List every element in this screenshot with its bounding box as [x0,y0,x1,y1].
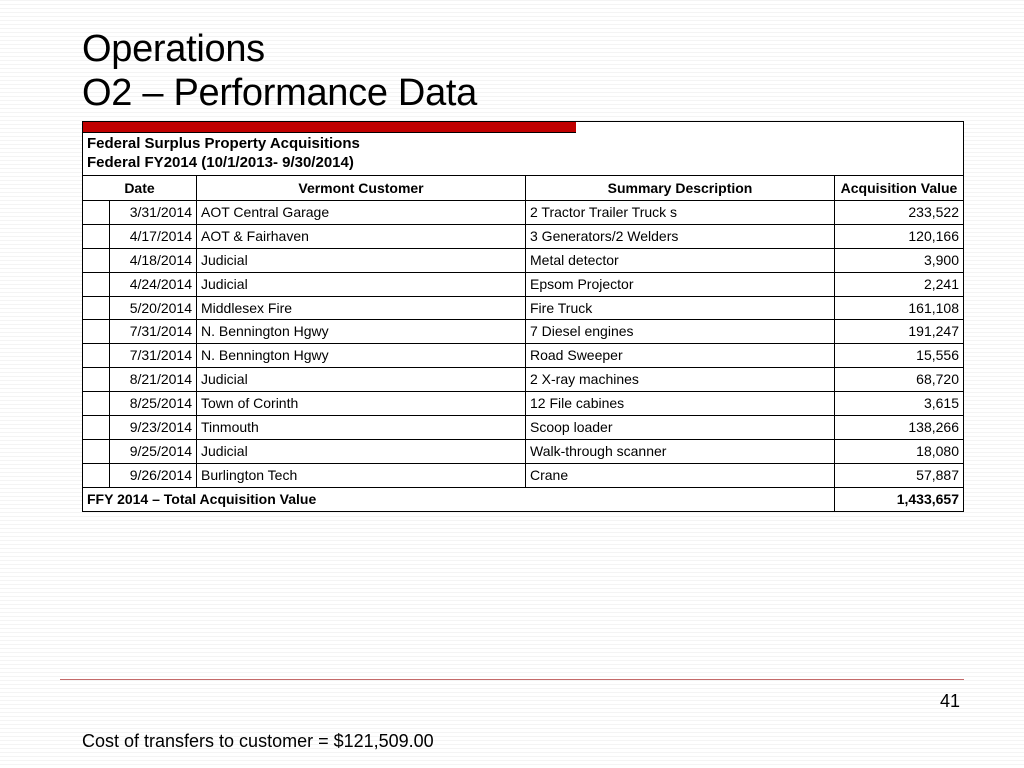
row-date: 4/24/2014 [110,272,197,296]
table-row: 4/17/2014AOT & Fairhaven3 Generators/2 W… [83,224,963,248]
footnote: Cost of transfers to customer = $121,509… [82,731,434,752]
row-value: 15,556 [835,344,964,368]
col-header-value: Acquisition Value [835,175,964,200]
table-row: 8/25/2014Town of Corinth12 File cabines3… [83,392,963,416]
table-row: 9/26/2014Burlington TechCrane57,887 [83,463,963,487]
row-description: Road Sweeper [526,344,835,368]
row-customer: Judicial [197,439,526,463]
row-description: 2 Tractor Trailer Truck s [526,200,835,224]
row-value: 120,166 [835,224,964,248]
row-date: 5/20/2014 [110,296,197,320]
table-row: 8/21/2014Judicial2 X-ray machines68,720 [83,368,963,392]
row-date: 9/26/2014 [110,463,197,487]
row-description: Walk-through scanner [526,439,835,463]
row-pad [83,320,110,344]
acquisitions-table: Date Vermont Customer Summary Descriptio… [83,175,963,511]
row-date: 4/17/2014 [110,224,197,248]
row-customer: Burlington Tech [197,463,526,487]
row-date: 9/25/2014 [110,439,197,463]
footer-divider [60,679,964,680]
row-description: Crane [526,463,835,487]
row-description: 7 Diesel engines [526,320,835,344]
title-line-1: Operations [82,28,265,70]
row-value: 3,900 [835,248,964,272]
row-description: 12 File cabines [526,392,835,416]
col-header-description: Summary Description [526,175,835,200]
row-value: 138,266 [835,415,964,439]
row-date: 8/25/2014 [110,392,197,416]
acquisitions-table-wrap: Federal Surplus Property Acquisitions Fe… [82,121,964,511]
col-header-customer: Vermont Customer [197,175,526,200]
row-pad [83,463,110,487]
row-value: 18,080 [835,439,964,463]
page-number: 41 [940,691,960,712]
row-description: Metal detector [526,248,835,272]
row-pad [83,344,110,368]
title-line-2: O2 – Performance Data [82,72,477,114]
row-date: 7/31/2014 [110,320,197,344]
row-pad [83,224,110,248]
row-value: 191,247 [835,320,964,344]
row-customer: Judicial [197,248,526,272]
slide-title: Operations O2 – Performance Data [82,28,964,115]
total-row: FFY 2014 – Total Acquisition Value 1,433… [83,487,963,510]
row-value: 233,522 [835,200,964,224]
row-value: 2,241 [835,272,964,296]
row-customer: AOT Central Garage [197,200,526,224]
row-description: Epsom Projector [526,272,835,296]
row-customer: AOT & Fairhaven [197,224,526,248]
row-pad [83,200,110,224]
row-value: 161,108 [835,296,964,320]
table-row: 4/18/2014JudicialMetal detector3,900 [83,248,963,272]
row-customer: Tinmouth [197,415,526,439]
table-row: 5/20/2014Middlesex FireFire Truck161,108 [83,296,963,320]
row-description: Scoop loader [526,415,835,439]
row-date: 8/21/2014 [110,368,197,392]
row-pad [83,296,110,320]
table-row: 7/31/2014N. Bennington HgwyRoad Sweeper1… [83,344,963,368]
table-subtitle: Federal FY2014 (10/1/2013- 9/30/2014) [83,154,963,175]
row-pad [83,248,110,272]
accent-bar [83,122,576,133]
row-customer: N. Bennington Hgwy [197,344,526,368]
row-customer: Town of Corinth [197,392,526,416]
row-description: Fire Truck [526,296,835,320]
row-customer: Judicial [197,368,526,392]
row-pad [83,439,110,463]
row-description: 3 Generators/2 Welders [526,224,835,248]
row-value: 3,615 [835,392,964,416]
row-customer: N. Bennington Hgwy [197,320,526,344]
total-label: FFY 2014 – Total Acquisition Value [83,487,835,510]
row-customer: Judicial [197,272,526,296]
row-pad [83,415,110,439]
row-pad [83,368,110,392]
row-date: 4/18/2014 [110,248,197,272]
table-row: 9/23/2014TinmouthScoop loader138,266 [83,415,963,439]
row-date: 3/31/2014 [110,200,197,224]
total-value: 1,433,657 [835,487,964,510]
row-pad [83,272,110,296]
row-pad [83,392,110,416]
table-title: Federal Surplus Property Acquisitions [83,133,963,154]
row-date: 9/23/2014 [110,415,197,439]
table-row: 9/25/2014JudicialWalk-through scanner18,… [83,439,963,463]
row-value: 57,887 [835,463,964,487]
row-date: 7/31/2014 [110,344,197,368]
table-row: 7/31/2014N. Bennington Hgwy7 Diesel engi… [83,320,963,344]
col-header-date: Date [83,175,197,200]
row-description: 2 X-ray machines [526,368,835,392]
table-header-row: Date Vermont Customer Summary Descriptio… [83,175,963,200]
table-row: 4/24/2014JudicialEpsom Projector2,241 [83,272,963,296]
row-value: 68,720 [835,368,964,392]
row-customer: Middlesex Fire [197,296,526,320]
table-row: 3/31/2014AOT Central Garage2 Tractor Tra… [83,200,963,224]
